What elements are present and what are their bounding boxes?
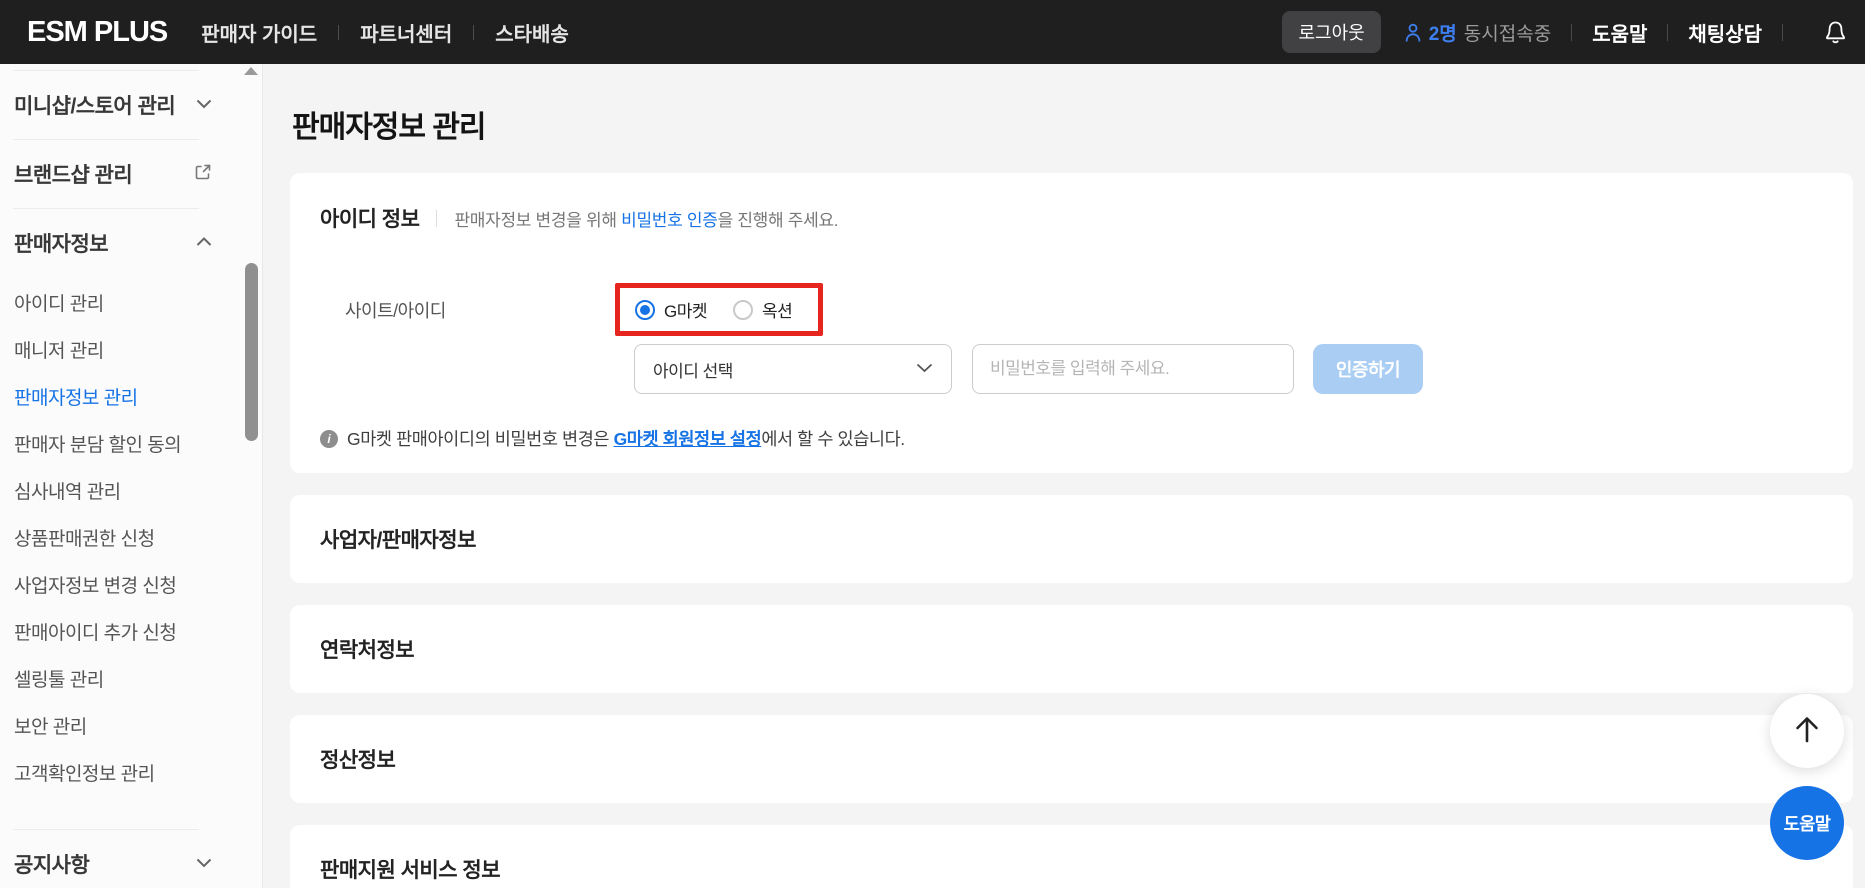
gmarket-member-settings-link[interactable]: G마켓 회원정보 설정: [614, 429, 762, 449]
nav-seller-guide[interactable]: 판매자 가이드: [201, 18, 317, 47]
credentials-row: 아이디 선택 인증하기: [320, 344, 1817, 394]
sidebar-item-minishop[interactable]: 미니샵/스토어 관리: [0, 71, 262, 139]
sidebar-item-review-history[interactable]: 심사내역 관리: [0, 469, 262, 516]
chevron-down-icon: [196, 96, 212, 114]
verify-button[interactable]: 인증하기: [1313, 344, 1423, 394]
header-divider: [436, 209, 438, 227]
top-bar-right: 로그아웃 2명 동시접속중 도움말 채팅상담: [1282, 11, 1848, 53]
sidebar-item-sales-permission[interactable]: 상품판매권한 신청: [0, 516, 262, 563]
site-id-label: 사이트/아이디: [345, 300, 446, 321]
radio-unselected-icon[interactable]: [733, 299, 754, 320]
topbar-divider: [1667, 23, 1669, 41]
nav-divider: [473, 24, 475, 40]
password-input[interactable]: [972, 344, 1294, 394]
sidebar-item-id-management[interactable]: 아이디 관리: [0, 281, 262, 328]
concurrent-user-label: 동시접속중: [1463, 23, 1552, 45]
help-floating-button[interactable]: 도움말: [1770, 786, 1844, 860]
nav-partner-center[interactable]: 파트너센터: [360, 18, 452, 47]
chevron-up-icon: [196, 234, 212, 252]
id-select-value: 아이디 선택: [653, 361, 733, 381]
sidebar: 미니샵/스토어 관리 브랜드샵 관리 판매자정보 아이디 관리 매니저 관리 판…: [0, 64, 263, 888]
radio-selected-icon[interactable]: [635, 299, 655, 320]
id-card-title: 아이디 정보: [320, 208, 420, 231]
site-radio-highlight-box: G마켓 옥션: [615, 283, 824, 336]
sidebar-item-bizinfo-change[interactable]: 사업자정보 변경 신청: [0, 563, 262, 610]
page-title: 판매자정보 관리: [292, 111, 487, 144]
info-icon: i: [320, 429, 338, 448]
sidebar-item-sellerinfo[interactable]: 판매자정보: [0, 209, 262, 277]
esm-plus-logo[interactable]: ESM PLUS: [27, 16, 168, 49]
section-card-sales-support-info[interactable]: 판매지원 서비스 정보: [290, 825, 1853, 888]
radio-auction[interactable]: 옥션: [733, 297, 793, 322]
top-nav: 판매자 가이드 파트너센터 스타배송: [201, 18, 569, 47]
topbar-divider: [1571, 23, 1573, 41]
site-id-row: 사이트/아이디 G마켓 옥션: [320, 283, 1817, 336]
password-auth-text: 비밀번호 인증: [621, 210, 718, 230]
password-info-text: G마켓 판매아이디의 비밀번호 변경은 G마켓 회원정보 설정에서 할 수 있습…: [347, 429, 905, 449]
notification-bell-icon[interactable]: [1823, 19, 1848, 46]
id-card-header: 아이디 정보 판매자정보 변경을 위해 비밀번호 인증을 진행해 주세요.: [320, 203, 1817, 233]
credentials-fields: 아이디 선택 인증하기: [634, 344, 1423, 394]
id-select-dropdown[interactable]: 아이디 선택: [634, 344, 952, 394]
chevron-down-icon: [916, 360, 933, 378]
logout-button[interactable]: 로그아웃: [1282, 11, 1381, 53]
up-arrow-icon: [1793, 714, 1821, 749]
person-icon: [1403, 22, 1423, 43]
nav-divider: [338, 24, 340, 40]
sidebar-scrollbar-thumb[interactable]: [245, 263, 258, 441]
help-link[interactable]: 도움말: [1592, 18, 1647, 47]
sidebar-item-security[interactable]: 보안 관리: [0, 704, 262, 751]
radio-gmarket[interactable]: G마켓: [635, 297, 708, 322]
concurrent-user-count: 2명: [1428, 23, 1457, 45]
sidebar-item-notice[interactable]: 공지사항: [0, 830, 262, 888]
main-content: 판매자정보 관리 아이디 정보 판매자정보 변경을 위해 비밀번호 인증을 진행…: [263, 64, 1865, 888]
sidebar-item-brandshop[interactable]: 브랜드샵 관리: [0, 140, 262, 208]
sidebar-item-sellerinfo-management[interactable]: 판매자정보 관리: [0, 375, 262, 422]
top-bar: ESM PLUS 판매자 가이드 파트너센터 스타배송 로그아웃 2명 동시접속…: [0, 0, 1865, 64]
sidebar-item-customer-verification[interactable]: 고객확인정보 관리: [0, 751, 262, 798]
sidebar-scrollbar-up-arrow[interactable]: [244, 67, 258, 75]
chat-support-link[interactable]: 채팅상담: [1688, 18, 1762, 47]
id-card-subtitle: 판매자정보 변경을 위해 비밀번호 인증을 진행해 주세요.: [454, 210, 839, 230]
id-info-card: 아이디 정보 판매자정보 변경을 위해 비밀번호 인증을 진행해 주세요. 사이…: [290, 173, 1853, 473]
sidebar-item-selling-tool[interactable]: 셀링툴 관리: [0, 657, 262, 704]
nav-star-delivery[interactable]: 스타배송: [495, 18, 569, 47]
external-link-icon: [194, 163, 212, 186]
sellerinfo-submenu: 아이디 관리 매니저 관리 판매자정보 관리 판매자 분담 할인 동의 심사내역…: [0, 277, 262, 798]
sidebar-item-manager-management[interactable]: 매니저 관리: [0, 328, 262, 375]
topbar-divider: [1782, 23, 1783, 41]
scroll-to-top-button[interactable]: [1770, 694, 1844, 768]
sidebar-item-discount-consent[interactable]: 판매자 분담 할인 동의: [0, 422, 262, 469]
section-card-business-seller-info[interactable]: 사업자/판매자정보: [290, 495, 1853, 583]
site-radio-area: G마켓 옥션: [615, 283, 824, 336]
sidebar-item-add-seller-id[interactable]: 판매아이디 추가 신청: [0, 610, 262, 657]
chevron-down-icon: [196, 855, 212, 873]
section-card-contact-info[interactable]: 연락처정보: [290, 605, 1853, 693]
password-info-row: i G마켓 판매아이디의 비밀번호 변경은 G마켓 회원정보 설정에서 할 수 …: [320, 426, 1817, 451]
section-card-settlement-info[interactable]: 정산정보: [290, 715, 1853, 803]
